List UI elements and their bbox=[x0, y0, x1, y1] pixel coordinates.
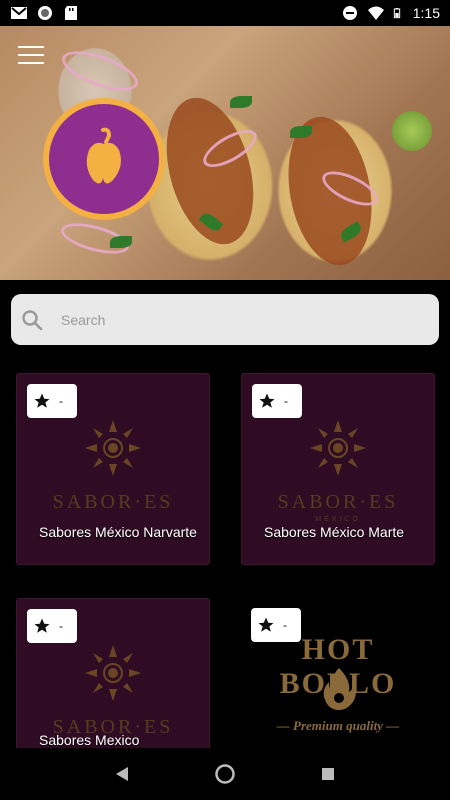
restaurant-name: Sabores México Narvarte bbox=[39, 524, 197, 540]
rating-badge[interactable]: - bbox=[27, 609, 77, 643]
sabores-emblem-icon bbox=[85, 645, 141, 701]
flame-logo-icon bbox=[323, 668, 356, 710]
star-icon bbox=[259, 393, 275, 408]
restaurant-card[interactable]: - SABOR·ES Sabores México Narvarte bbox=[16, 373, 210, 565]
home-icon bbox=[215, 764, 235, 784]
rating-badge[interactable]: - bbox=[27, 384, 77, 418]
cilantro-garnish bbox=[110, 236, 132, 248]
battery-icon bbox=[393, 8, 400, 19]
brand-subtitle: MÉXICO bbox=[315, 516, 361, 523]
rating-value: - bbox=[283, 618, 287, 632]
home-button[interactable] bbox=[214, 763, 236, 785]
rating-value: - bbox=[284, 394, 288, 408]
sd-card-icon bbox=[65, 6, 77, 20]
gmail-icon bbox=[11, 7, 27, 19]
cilantro-garnish bbox=[230, 96, 252, 108]
brand-wordmark: SABOR·ES bbox=[277, 491, 399, 513]
search-icon bbox=[22, 309, 43, 330]
status-clock: 1:15 bbox=[412, 5, 440, 21]
cilantro-garnish bbox=[290, 126, 312, 138]
back-button[interactable] bbox=[111, 763, 133, 785]
hero-banner bbox=[0, 26, 450, 280]
menu-icon bbox=[18, 46, 44, 48]
rating-badge[interactable]: - bbox=[252, 384, 302, 418]
menu-button[interactable] bbox=[18, 46, 44, 66]
star-icon bbox=[34, 393, 50, 408]
star-icon bbox=[258, 617, 274, 632]
restaurant-card[interactable]: - SABOR·ES MÉXICO Sabores México Marte bbox=[241, 373, 435, 565]
restaurant-logo bbox=[43, 98, 165, 220]
do-not-disturb-icon bbox=[342, 6, 357, 20]
status-bar: 1:15 bbox=[0, 0, 450, 26]
back-icon bbox=[115, 767, 128, 781]
system-nav-bar bbox=[0, 748, 450, 800]
rating-value: - bbox=[59, 394, 63, 408]
search-bar[interactable] bbox=[11, 294, 439, 345]
restaurant-name: Sabores México Marte bbox=[264, 524, 405, 540]
recents-icon bbox=[322, 768, 335, 780]
onion-garnish bbox=[57, 43, 143, 99]
pepper-icon bbox=[86, 127, 121, 184]
sabores-emblem-icon bbox=[85, 420, 141, 476]
sabores-emblem-icon bbox=[310, 420, 366, 476]
star-icon bbox=[34, 618, 50, 633]
brand-wordmark: SABOR·ES bbox=[52, 491, 174, 513]
recents-button[interactable] bbox=[317, 763, 339, 785]
wifi-icon bbox=[367, 6, 384, 20]
rating-value: - bbox=[59, 619, 63, 633]
search-input[interactable] bbox=[61, 311, 391, 328]
app-screen: 1:15 Search - SABOR·ES Sabores México Na… bbox=[0, 0, 450, 800]
brand-tagline: — Premium quality — bbox=[276, 718, 400, 733]
record-icon bbox=[38, 6, 52, 20]
